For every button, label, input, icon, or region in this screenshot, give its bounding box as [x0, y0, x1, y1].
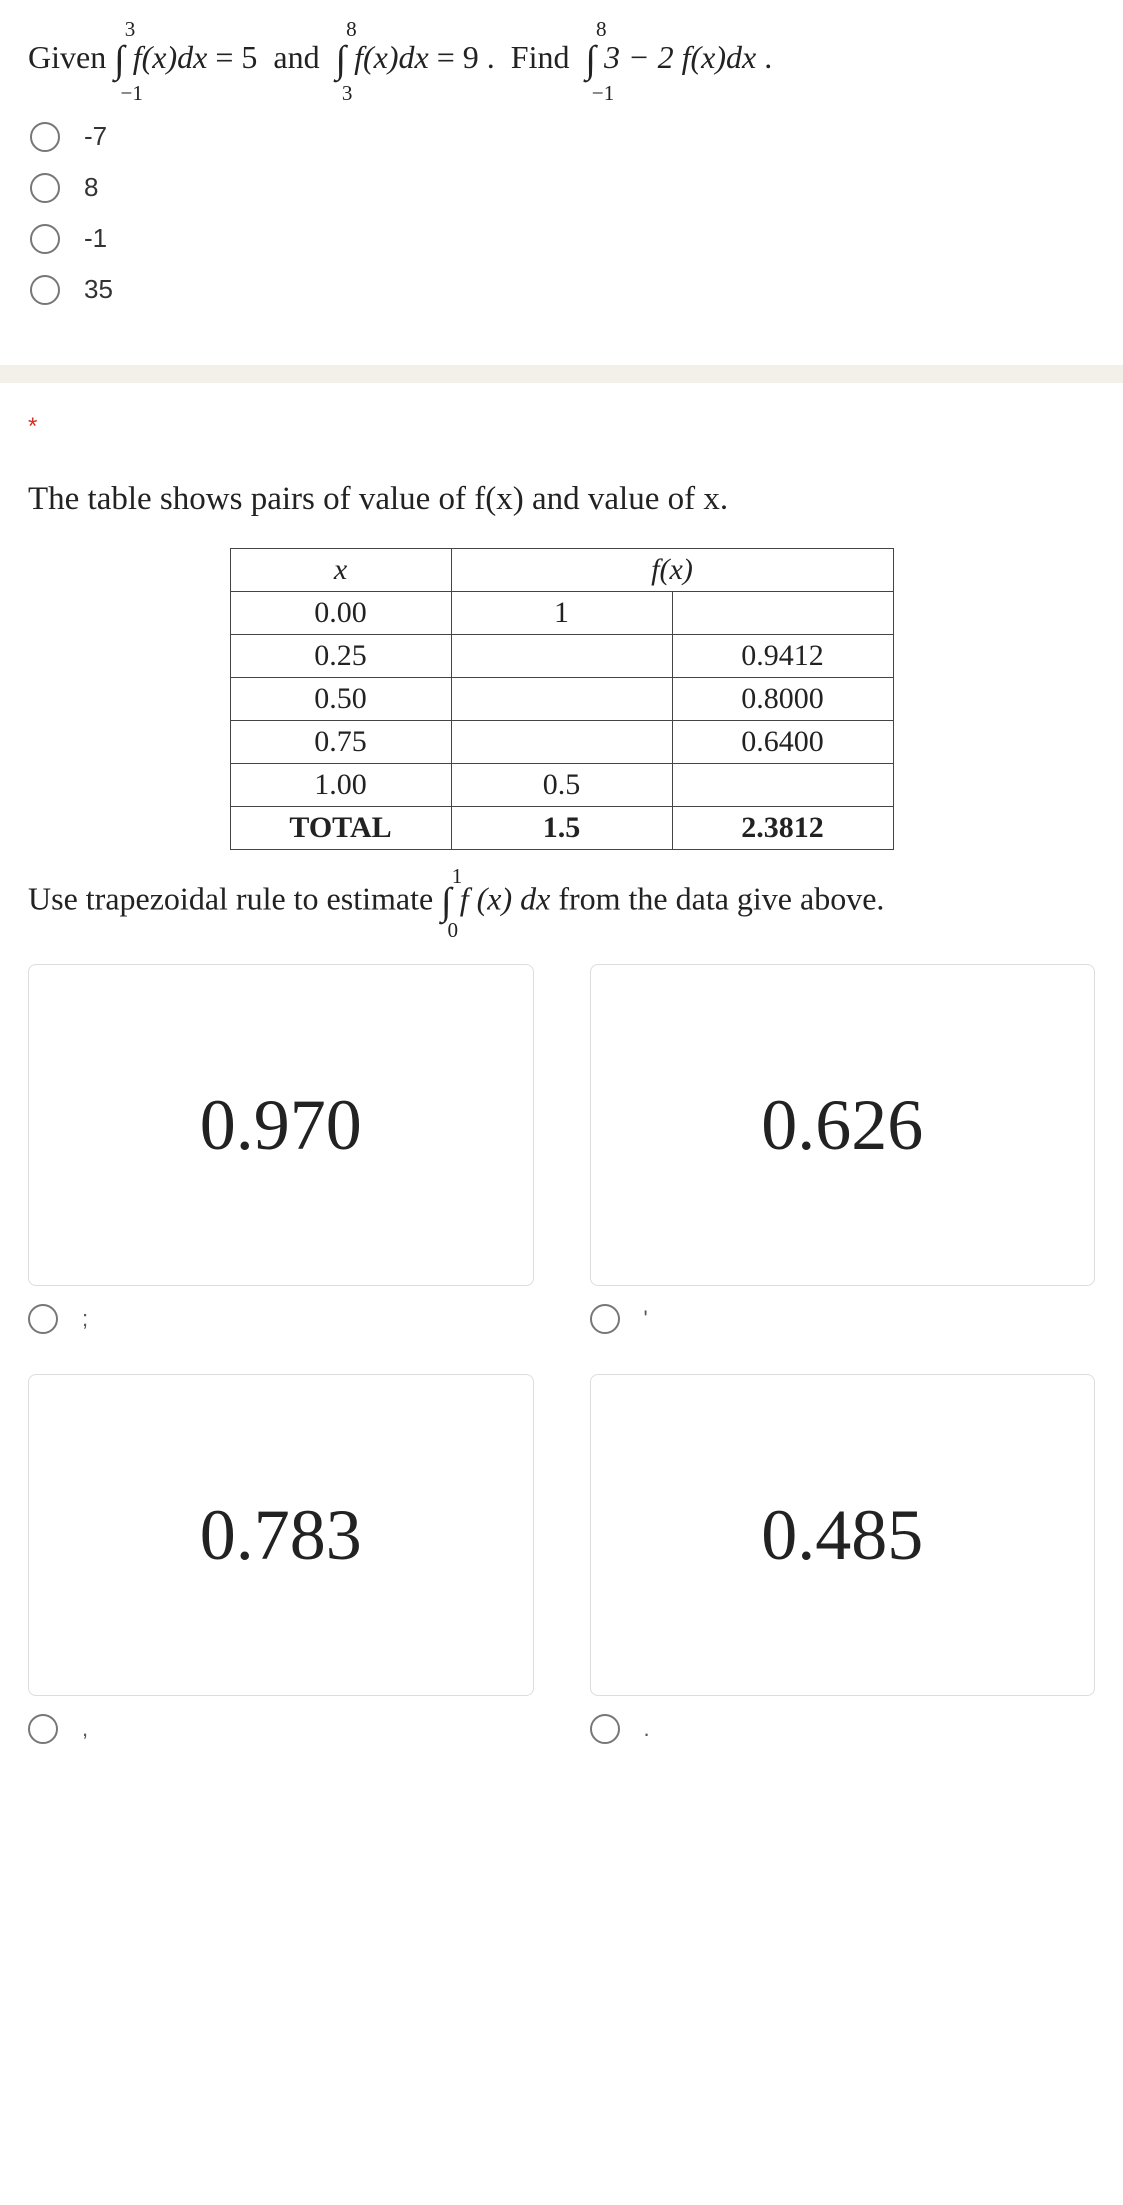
- radio-icon[interactable]: [28, 1714, 58, 1744]
- q1-options: -7 8 -1 35: [30, 121, 1095, 305]
- header-fx: f(x): [451, 549, 893, 592]
- answer-mark: ;: [82, 1306, 88, 1332]
- answer-mark: ': [644, 1306, 648, 1332]
- integrand-3: 3 − 2 f(x)dx: [604, 39, 756, 75]
- table-row: 0.001: [230, 592, 893, 635]
- table-row: 0.250.9412: [230, 635, 893, 678]
- header-x: x: [230, 549, 451, 592]
- table-row: 1.000.5: [230, 764, 893, 807]
- q1-prompt: Given ∫3−1 f(x)dx = 5 and ∫83 f(x)dx = 9…: [28, 30, 1095, 91]
- separator: [0, 365, 1123, 383]
- option-a[interactable]: -7: [30, 121, 1095, 152]
- integrand-2: f(x)dx: [354, 39, 429, 75]
- radio-icon[interactable]: [590, 1304, 620, 1334]
- answer-card: 0.485: [590, 1374, 1096, 1696]
- answer-mark: ,: [82, 1716, 88, 1742]
- text: Use trapezoidal rule to estimate: [28, 881, 441, 917]
- required-mark: *: [28, 413, 1095, 441]
- text: Given: [28, 39, 106, 75]
- integral-3: ∫8−1: [585, 30, 596, 91]
- answer-radio-row[interactable]: ;: [28, 1304, 534, 1334]
- option-d[interactable]: 35: [30, 274, 1095, 305]
- answer-radio-row[interactable]: ': [590, 1304, 1096, 1334]
- data-table: x f(x) 0.001 0.250.9412 0.500.8000 0.750…: [230, 548, 894, 850]
- integral-1: ∫3−1: [114, 30, 125, 91]
- table-row: 0.750.6400: [230, 721, 893, 764]
- answer-option-1[interactable]: 0.970 ;: [28, 964, 534, 1334]
- radio-icon[interactable]: [30, 122, 60, 152]
- integrand-instr: f (x) dx: [460, 881, 551, 917]
- radio-icon[interactable]: [30, 173, 60, 203]
- radio-icon[interactable]: [30, 275, 60, 305]
- answer-option-4[interactable]: 0.485 .: [590, 1374, 1096, 1744]
- text: Find: [511, 39, 570, 75]
- answer-card: 0.970: [28, 964, 534, 1286]
- radio-icon[interactable]: [30, 224, 60, 254]
- answer-card: 0.626: [590, 964, 1096, 1286]
- answer-option-3[interactable]: 0.783 ,: [28, 1374, 534, 1744]
- radio-icon[interactable]: [28, 1304, 58, 1334]
- answer-grid: 0.970 ; 0.626 ' 0.783 , 0.485 .: [28, 964, 1095, 1744]
- question-1: Given ∫3−1 f(x)dx = 5 and ∫83 f(x)dx = 9…: [0, 0, 1123, 365]
- table-header: x f(x): [230, 549, 893, 592]
- answer-radio-row[interactable]: .: [590, 1714, 1096, 1744]
- text: from the data give above.: [558, 881, 884, 917]
- option-label: -7: [84, 121, 107, 152]
- integral-instr: ∫10: [441, 880, 452, 924]
- answer-card: 0.783: [28, 1374, 534, 1696]
- period: .: [764, 39, 772, 75]
- answer-radio-row[interactable]: ,: [28, 1714, 534, 1744]
- option-label: 35: [84, 274, 113, 305]
- option-label: 8: [84, 172, 98, 203]
- text: and: [273, 39, 319, 75]
- eq-2: = 9: [437, 39, 479, 75]
- option-b[interactable]: 8: [30, 172, 1095, 203]
- radio-icon[interactable]: [590, 1714, 620, 1744]
- answer-option-2[interactable]: 0.626 ': [590, 964, 1096, 1334]
- question-2: * The table shows pairs of value of f(x)…: [0, 383, 1123, 1784]
- q2-desc: The table shows pairs of value of f(x) a…: [28, 481, 1095, 518]
- option-c[interactable]: -1: [30, 223, 1095, 254]
- q2-instruction: Use trapezoidal rule to estimate ∫10 f (…: [28, 880, 1095, 924]
- integrand-1: f(x)dx: [133, 39, 208, 75]
- table-row: 0.500.8000: [230, 678, 893, 721]
- option-label: -1: [84, 223, 107, 254]
- eq-1: = 5: [215, 39, 257, 75]
- integral-2: ∫83: [336, 30, 347, 91]
- period: .: [487, 39, 495, 75]
- answer-mark: .: [644, 1716, 650, 1742]
- table-total: TOTAL1.52.3812: [230, 807, 893, 850]
